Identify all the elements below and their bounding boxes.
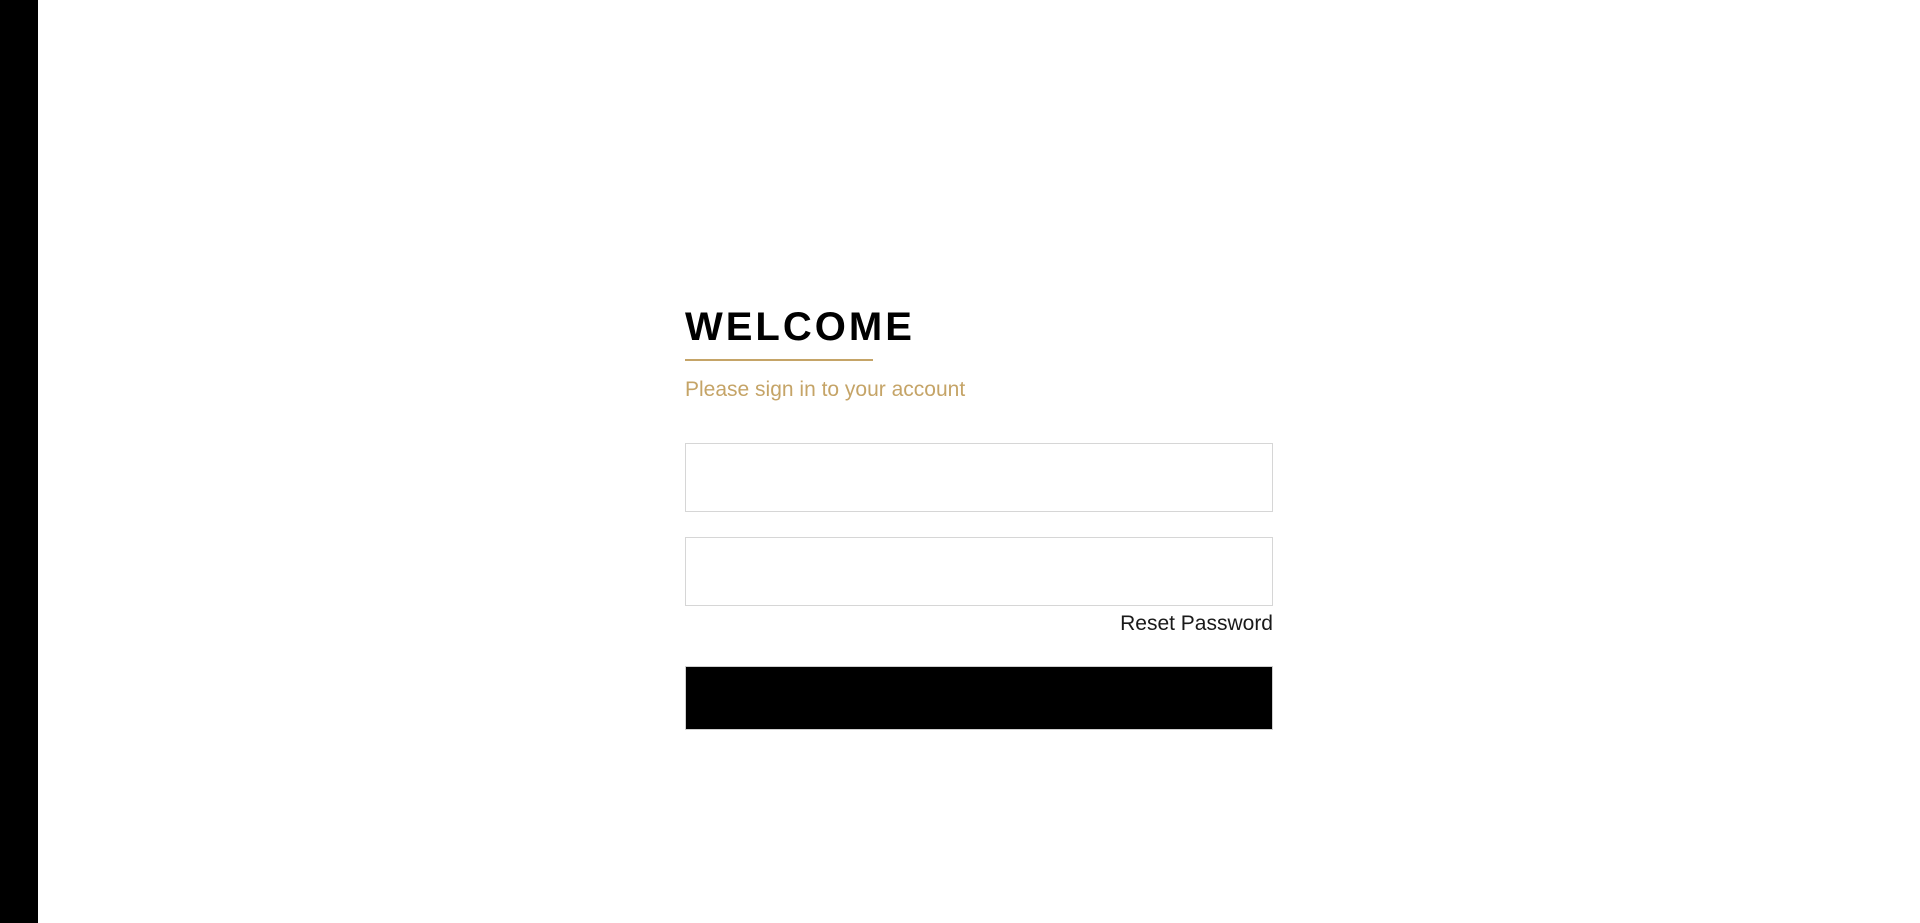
reset-password-link[interactable]: Reset Password xyxy=(1120,612,1273,635)
left-sidebar-strip xyxy=(0,0,38,923)
title-underline xyxy=(685,359,873,361)
reset-row: Reset Password xyxy=(685,609,1273,639)
page-title: WELCOME xyxy=(685,305,915,349)
subtitle: Please sign in to your account xyxy=(685,378,966,401)
login-panel: WELCOME Please sign in to your account R… xyxy=(685,296,1273,730)
password-field[interactable] xyxy=(685,537,1273,606)
sign-in-button[interactable] xyxy=(685,666,1273,730)
username-field[interactable] xyxy=(685,443,1273,512)
